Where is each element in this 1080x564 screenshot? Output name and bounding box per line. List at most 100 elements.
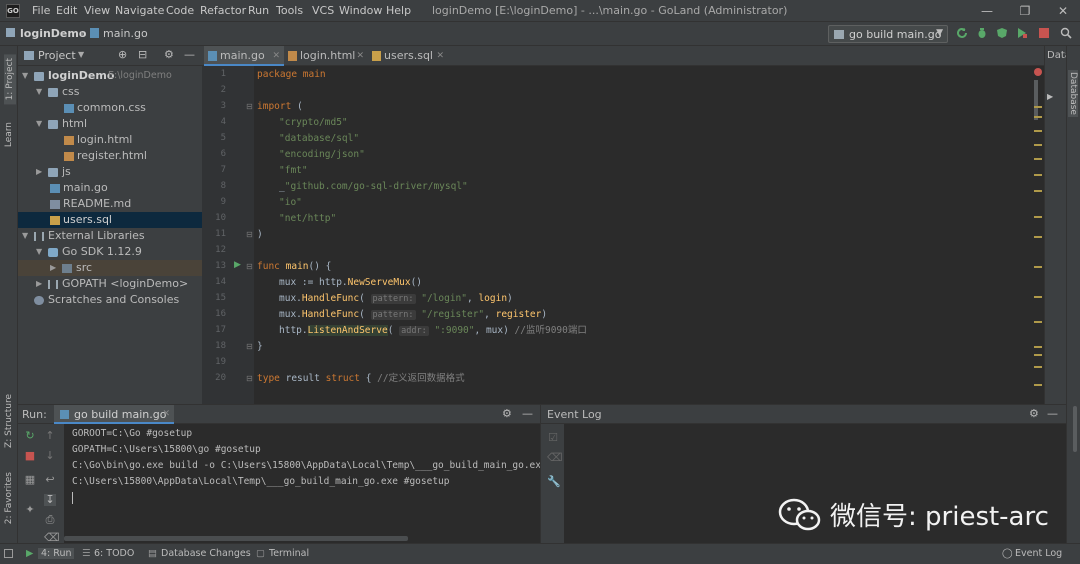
learn-tool-tab[interactable]: Learn: [4, 122, 14, 147]
profile-icon[interactable]: [1016, 27, 1028, 39]
warning-marker[interactable]: [1034, 116, 1042, 118]
error-indicator-icon[interactable]: [1034, 68, 1042, 76]
warning-marker[interactable]: [1034, 366, 1042, 368]
chevron-down-icon[interactable]: ▼: [78, 50, 84, 59]
tree-item-logindemo[interactable]: ▼ loginDemo E:\loginDemo: [18, 68, 202, 84]
tree-item-main-go[interactable]: main.go: [18, 180, 202, 196]
stop-icon[interactable]: ■: [24, 450, 36, 462]
tree-item-readme[interactable]: README.md: [18, 196, 202, 212]
soft-wrap-icon[interactable]: ↩: [44, 474, 56, 486]
tree-item-js[interactable]: ▶ js: [18, 164, 202, 180]
stop-icon[interactable]: [1038, 27, 1050, 39]
minimize-icon[interactable]: —: [972, 2, 1002, 20]
warning-marker[interactable]: [1034, 266, 1042, 268]
fold-icon[interactable]: ⊟: [246, 374, 253, 383]
scroll-down-icon[interactable]: ↓: [44, 450, 56, 462]
breadcrumb-project[interactable]: loginDemo: [20, 27, 86, 40]
warning-marker[interactable]: [1034, 384, 1042, 386]
close-tab-icon[interactable]: ✕: [272, 46, 280, 66]
layout-icon[interactable]: ▦: [24, 474, 36, 486]
search-everywhere-icon[interactable]: [1060, 27, 1072, 39]
warning-marker[interactable]: [1034, 236, 1042, 238]
run-configuration-select[interactable]: go build main.go ▼: [828, 25, 948, 43]
warning-marker[interactable]: [1034, 106, 1042, 108]
fold-icon[interactable]: ⊟: [246, 262, 253, 271]
menu-edit[interactable]: Edit: [56, 4, 77, 17]
coverage-icon[interactable]: [996, 27, 1008, 39]
gear-icon[interactable]: ⚙: [502, 407, 512, 420]
close-tab-icon[interactable]: ✕: [162, 409, 170, 419]
warning-marker[interactable]: [1034, 346, 1042, 348]
scroll-up-icon[interactable]: ↑: [44, 430, 56, 442]
scroll-to-end-icon[interactable]: ↧: [44, 494, 56, 506]
gear-icon[interactable]: ⚙: [164, 48, 174, 61]
rerun-icon[interactable]: ↻: [24, 430, 36, 442]
tree-item-src[interactable]: ▶ src: [18, 260, 202, 276]
tree-item-common-css[interactable]: common.css: [18, 100, 202, 116]
goland-app-icon[interactable]: GO: [6, 4, 20, 18]
close-tab-icon[interactable]: ✕: [356, 46, 364, 66]
warning-marker[interactable]: [1034, 130, 1042, 132]
horizontal-scrollbar[interactable]: [64, 536, 408, 541]
restore-icon[interactable]: ❐: [1010, 2, 1040, 20]
run-console[interactable]: GOROOT=C:\Go #gosetup GOPATH=C:\Users\15…: [64, 424, 558, 543]
scrollbar-thumb[interactable]: [1073, 406, 1077, 452]
menu-refactor[interactable]: Refactor: [200, 4, 246, 17]
status-todo-button[interactable]: 6: TODO: [94, 548, 134, 559]
locate-file-icon[interactable]: ⊕: [118, 48, 127, 61]
menu-view[interactable]: View: [84, 4, 110, 17]
editor-error-stripe[interactable]: [1034, 66, 1044, 404]
warning-marker[interactable]: [1034, 190, 1042, 192]
structure-tool-tab[interactable]: Z: Structure: [4, 394, 14, 448]
warning-marker[interactable]: [1034, 296, 1042, 298]
menu-run[interactable]: Run: [248, 4, 269, 17]
gear-icon[interactable]: ⚙: [1029, 407, 1039, 420]
code-editor[interactable]: package main import ( "crypto/md5" "data…: [254, 66, 1034, 404]
tree-item-register-html[interactable]: register.html: [18, 148, 202, 164]
warning-marker[interactable]: [1034, 174, 1042, 176]
tool-window-toggle-icon[interactable]: [4, 549, 13, 558]
rerun-icon[interactable]: [956, 27, 968, 39]
pin-icon[interactable]: ✦: [24, 504, 36, 516]
menu-code[interactable]: Code: [166, 4, 194, 17]
project-view-select[interactable]: Project: [38, 49, 76, 62]
tree-item-scratches[interactable]: Scratches and Consoles: [18, 292, 202, 308]
tab-users-sql[interactable]: users.sql ✕: [368, 46, 448, 66]
menu-navigate[interactable]: Navigate: [115, 4, 164, 17]
warning-marker[interactable]: [1034, 321, 1042, 323]
tab-login-html[interactable]: login.html ✕: [284, 46, 368, 66]
menu-vcs[interactable]: VCS: [312, 4, 334, 17]
editor-gutter[interactable]: 1 2 3 4 5 6 7 8 9 10 11 12 13 14 15 16 1…: [202, 66, 254, 404]
warning-marker[interactable]: [1034, 144, 1042, 146]
trash-icon[interactable]: ⌫: [547, 452, 563, 464]
tree-item-users-sql[interactable]: users.sql: [18, 212, 202, 228]
warning-marker[interactable]: [1034, 354, 1042, 356]
breadcrumb-file[interactable]: main.go: [103, 27, 148, 40]
menu-help[interactable]: Help: [386, 4, 411, 17]
print-icon[interactable]: ⎙: [44, 514, 56, 526]
status-database-changes-button[interactable]: Database Changes: [161, 548, 251, 559]
tab-main-go[interactable]: main.go ✕: [204, 46, 284, 66]
tree-item-gopath[interactable]: ▶ GOPATH <loginDemo>: [18, 276, 202, 292]
hide-panel-icon[interactable]: —: [184, 48, 195, 61]
tree-item-css[interactable]: ▼ css: [18, 84, 202, 100]
tree-item-html[interactable]: ▼ html: [18, 116, 202, 132]
collapse-all-icon[interactable]: ⊟: [138, 48, 147, 61]
hide-panel-icon[interactable]: —: [522, 407, 533, 420]
menu-window[interactable]: Window: [339, 4, 382, 17]
chevron-right-icon[interactable]: ▶: [1047, 92, 1053, 101]
tree-item-login-html[interactable]: login.html: [18, 132, 202, 148]
tree-item-external-libraries[interactable]: ▼ External Libraries: [18, 228, 202, 244]
run-tab[interactable]: go build main.go ✕: [54, 405, 174, 424]
menu-file[interactable]: File: [32, 4, 50, 17]
warning-marker[interactable]: [1034, 158, 1042, 160]
favorites-tool-tab[interactable]: 2: Favorites: [4, 472, 14, 524]
warning-marker[interactable]: [1034, 216, 1042, 218]
menu-tools[interactable]: Tools: [276, 4, 303, 17]
status-terminal-button[interactable]: Terminal: [269, 548, 309, 559]
close-icon[interactable]: ✕: [1048, 2, 1078, 20]
wrench-icon[interactable]: 🔧: [547, 476, 561, 488]
status-run-button[interactable]: 4: Run: [38, 548, 75, 559]
fold-icon[interactable]: ⊟: [246, 342, 253, 351]
fold-icon[interactable]: ⊟: [246, 102, 253, 111]
